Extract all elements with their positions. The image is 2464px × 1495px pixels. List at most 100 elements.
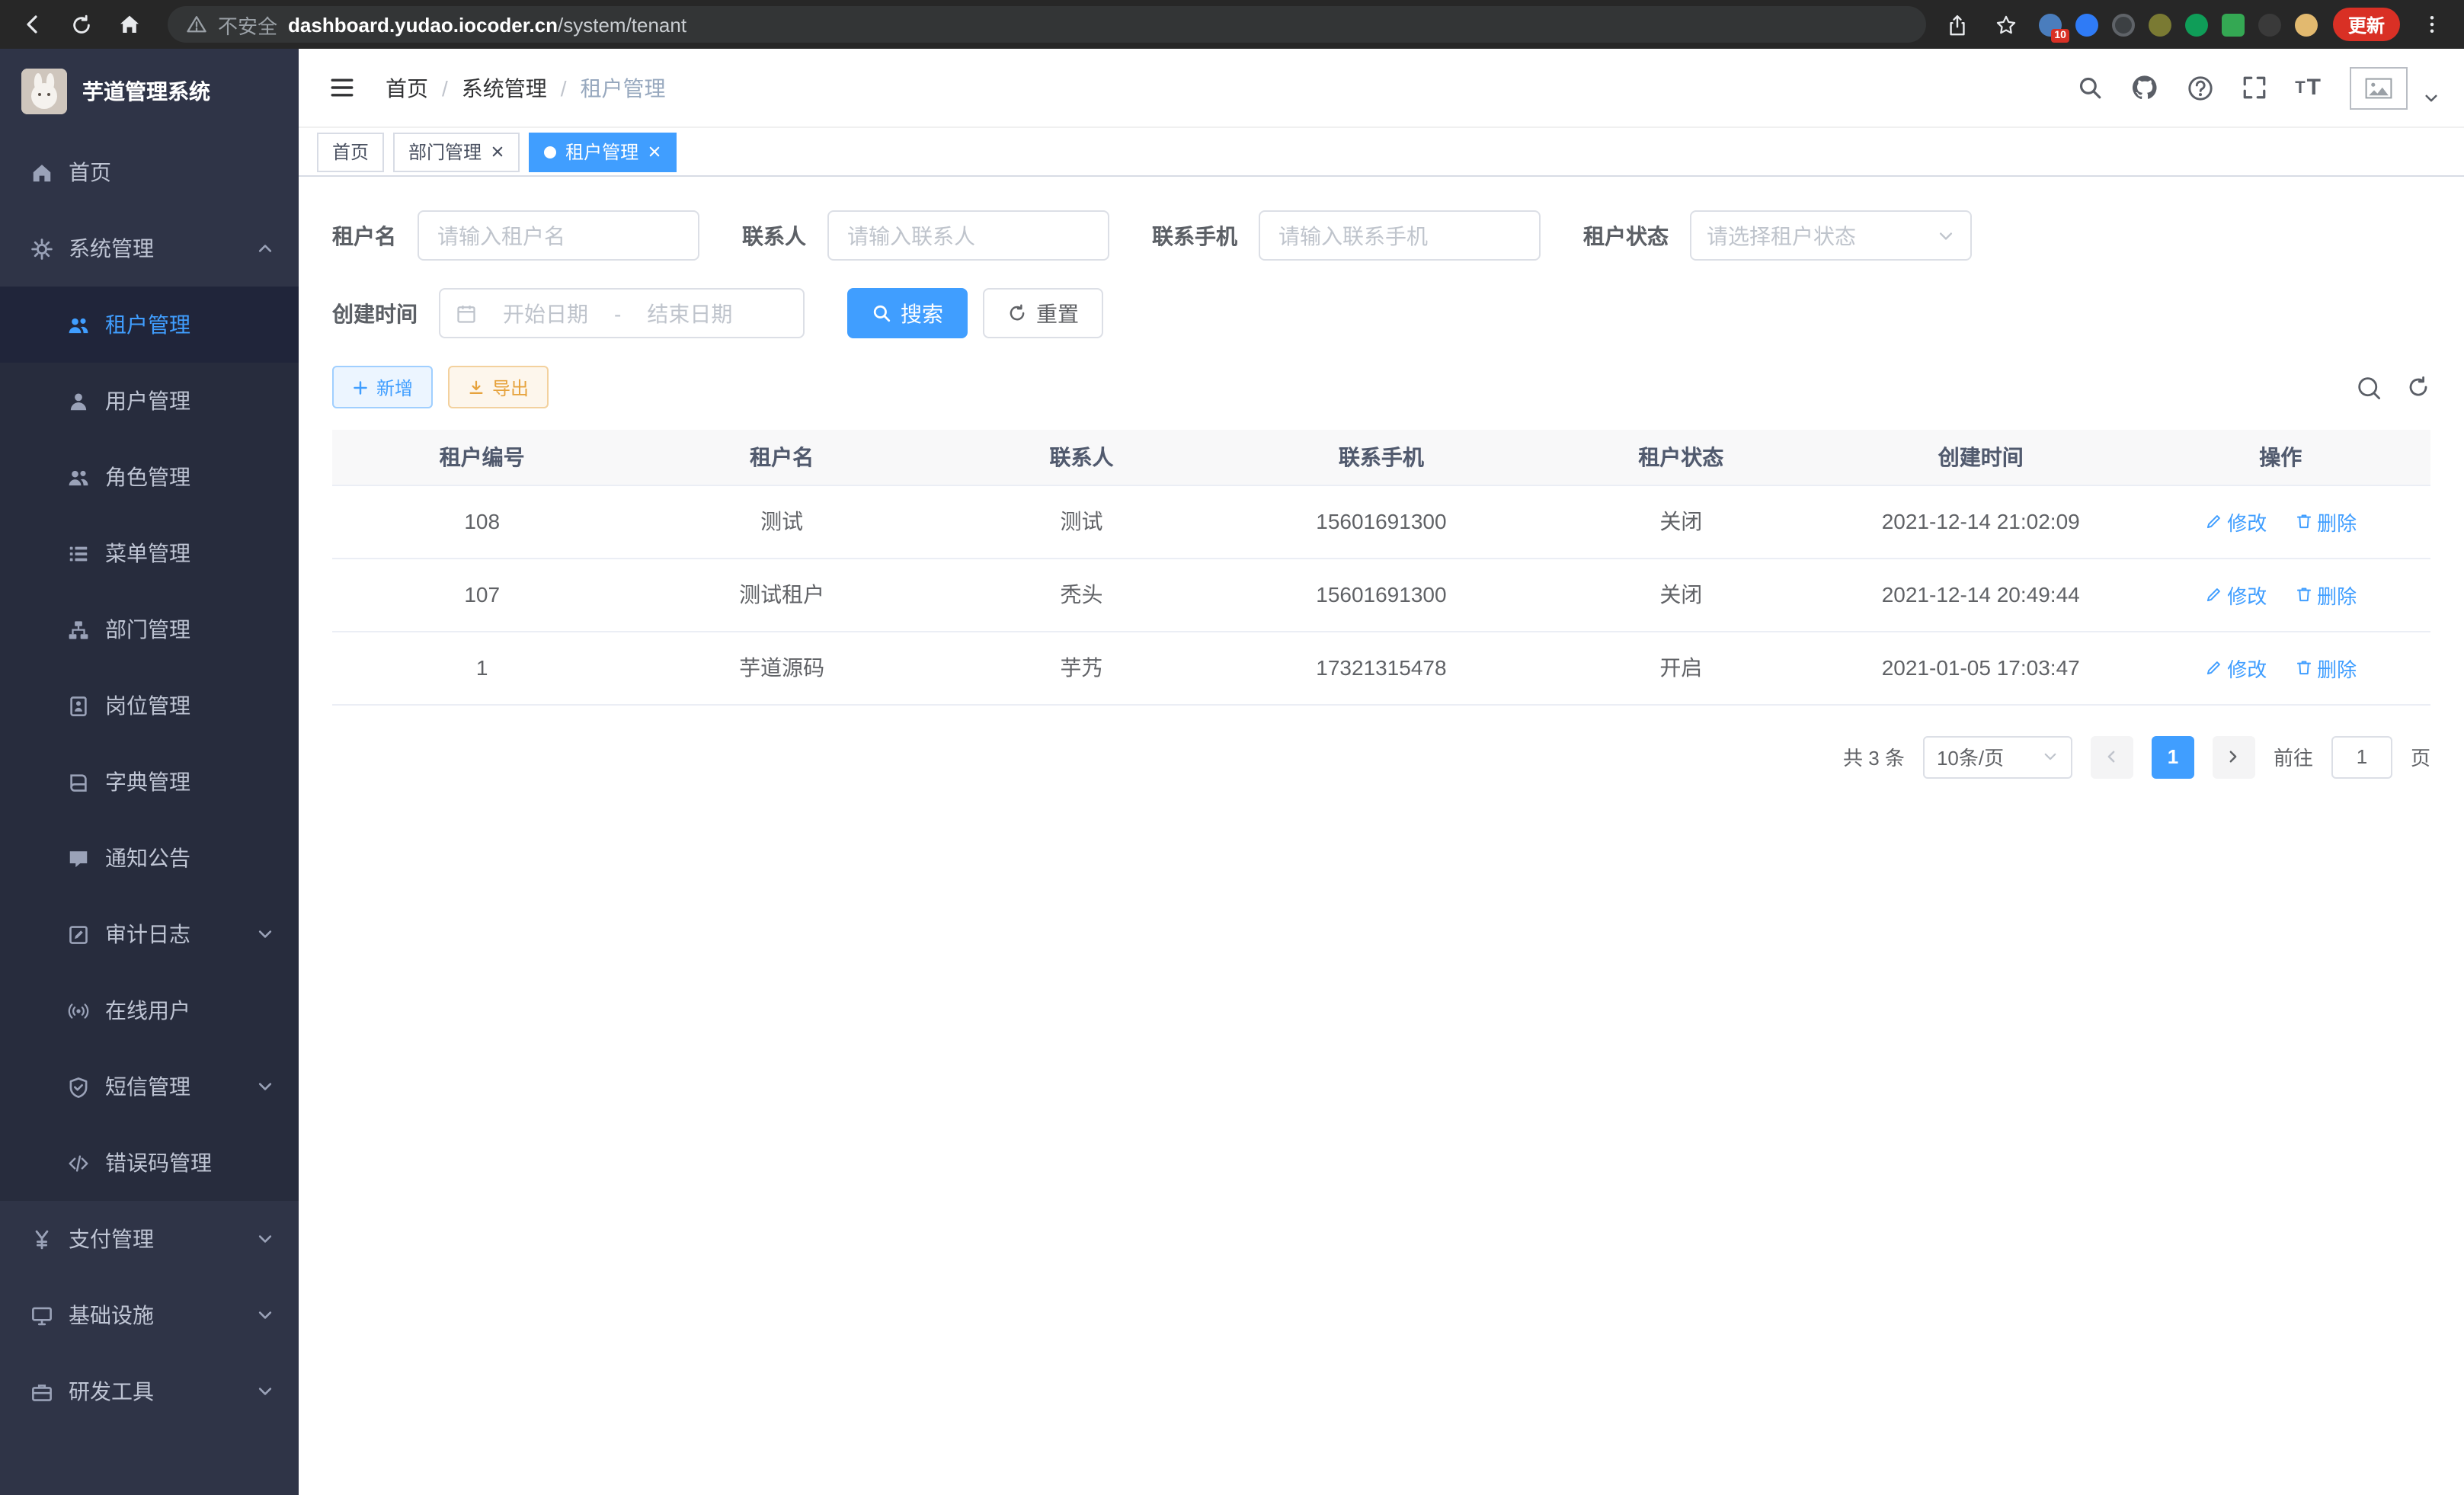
tab-label: 首页	[332, 139, 369, 165]
sidebar-item-audit-log[interactable]: 审计日志	[0, 896, 299, 972]
sidebar-item-menu[interactable]: 菜单管理	[0, 515, 299, 591]
extension-icon[interactable]	[2185, 13, 2208, 36]
breadcrumb: 首页 / 系统管理 / 租户管理	[386, 72, 666, 103]
extension-icon[interactable]	[2258, 13, 2281, 36]
next-page-button[interactable]	[2213, 735, 2255, 778]
table-header-row: 租户编号 租户名 联系人 联系手机 租户状态 创建时间 操作	[332, 430, 2430, 485]
font-size-icon[interactable]: TT	[2295, 75, 2322, 101]
chevron-down-icon	[256, 925, 274, 943]
filter-tenant-name: 租户名	[332, 210, 699, 261]
refresh-icon	[1007, 303, 1027, 323]
edit-button[interactable]: 修改	[2204, 580, 2267, 609]
sidebar-item-label: 岗位管理	[105, 690, 190, 721]
page-size-select[interactable]: 10条/页	[1923, 735, 2072, 778]
date-separator: -	[614, 301, 621, 325]
start-date-input[interactable]	[483, 301, 608, 325]
tenant-table: 租户编号 租户名 联系人 联系手机 租户状态 创建时间 操作 108 测试	[332, 430, 2430, 705]
extension-icon[interactable]	[2112, 13, 2135, 36]
sidebar-item-dict[interactable]: 字典管理	[0, 744, 299, 820]
sidebar-item-error-code[interactable]: 错误码管理	[0, 1125, 299, 1201]
field-label: 租户状态	[1583, 220, 1669, 251]
table-row: 1 芋道源码 芋艿 17321315478 开启 2021-01-05 17:0…	[332, 631, 2430, 704]
fullscreen-icon[interactable]	[2242, 75, 2267, 101]
edit-icon	[2204, 585, 2222, 603]
browser-reload-icon[interactable]	[64, 8, 98, 41]
sidebar-item-tenant[interactable]: 租户管理	[0, 287, 299, 363]
browser-back-icon[interactable]	[15, 8, 49, 41]
profile-avatar-icon[interactable]	[2295, 13, 2318, 36]
chevron-down-icon	[1937, 226, 1955, 245]
delete-button[interactable]: 删除	[2294, 653, 2357, 682]
avatar[interactable]	[2350, 66, 2408, 109]
sidebar-item-label: 菜单管理	[105, 538, 190, 568]
extension-icon[interactable]: 10	[2039, 13, 2062, 36]
chevron-down-icon[interactable]	[2423, 90, 2440, 107]
collapse-sidebar-icon[interactable]	[323, 69, 361, 107]
calendar-icon	[456, 303, 477, 324]
search-icon[interactable]	[2077, 75, 2103, 101]
trash-icon	[2294, 585, 2312, 603]
filter-status: 租户状态 请选择租户状态	[1583, 210, 1972, 261]
contact-input[interactable]	[827, 210, 1109, 261]
page-number-button[interactable]: 1	[2152, 735, 2194, 778]
export-button[interactable]: 导出	[448, 366, 549, 408]
help-icon[interactable]	[2187, 74, 2214, 101]
search-button[interactable]: 搜索	[847, 288, 968, 338]
filter-phone: 联系手机	[1152, 210, 1541, 261]
share-icon[interactable]	[1941, 8, 1975, 41]
sidebar-item-sms[interactable]: 短信管理	[0, 1048, 299, 1125]
table-tools	[2356, 374, 2430, 400]
sidebar-item-dept[interactable]: 部门管理	[0, 591, 299, 667]
github-icon[interactable]	[2130, 73, 2159, 102]
refresh-icon[interactable]	[2406, 375, 2430, 399]
delete-button[interactable]: 删除	[2294, 507, 2357, 536]
cell-tenant-name: 测试租户	[632, 558, 931, 631]
date-range-picker[interactable]: -	[439, 288, 805, 338]
close-icon[interactable]	[491, 145, 504, 158]
tab-tenant[interactable]: 租户管理	[529, 132, 677, 171]
goto-page-input[interactable]	[2331, 735, 2392, 778]
edit-button[interactable]: 修改	[2204, 507, 2267, 536]
logo[interactable]: 芋道管理系统	[0, 49, 299, 134]
status-select[interactable]: 请选择租户状态	[1690, 210, 1972, 261]
sidebar-item-infra[interactable]: 基础设施	[0, 1277, 299, 1353]
browser-update-button[interactable]: 更新	[2333, 8, 2400, 41]
cell-phone: 17321315478	[1231, 631, 1531, 704]
bookmark-star-icon[interactable]	[1990, 8, 2024, 41]
tab-home[interactable]: 首页	[317, 132, 384, 171]
button-label: 导出	[492, 374, 529, 400]
extension-icon[interactable]	[2222, 13, 2245, 36]
browser-home-icon[interactable]	[113, 8, 146, 41]
tab-dept[interactable]: 部门管理	[393, 132, 520, 171]
chat-bubble-icon	[67, 847, 90, 869]
toggle-search-icon[interactable]	[2356, 374, 2382, 400]
breadcrumb-item[interactable]: 首页	[386, 72, 428, 103]
delete-button[interactable]: 删除	[2294, 580, 2357, 609]
add-button[interactable]: 新增	[332, 366, 433, 408]
edit-button[interactable]: 修改	[2204, 653, 2267, 682]
sidebar-item-notice[interactable]: 通知公告	[0, 820, 299, 896]
sidebar-item-devtools[interactable]: 研发工具	[0, 1353, 299, 1429]
end-date-input[interactable]	[627, 301, 752, 325]
prev-page-button[interactable]	[2091, 735, 2133, 778]
sidebar-item-online-user[interactable]: 在线用户	[0, 972, 299, 1048]
tag-tabbar: 首页 部门管理 租户管理	[299, 128, 2464, 177]
phone-input[interactable]	[1259, 210, 1541, 261]
browser-menu-icon[interactable]	[2415, 8, 2449, 41]
breadcrumb-item[interactable]: 系统管理	[462, 72, 547, 103]
sidebar-item-payment[interactable]: 支付管理	[0, 1201, 299, 1277]
close-icon[interactable]	[648, 145, 661, 158]
cell-status: 关闭	[1531, 485, 1831, 558]
reset-button[interactable]: 重置	[983, 288, 1103, 338]
sidebar-item-role[interactable]: 角色管理	[0, 439, 299, 515]
tenant-name-input[interactable]	[418, 210, 699, 261]
sidebar-item-post[interactable]: 岗位管理	[0, 667, 299, 744]
extension-icon[interactable]	[2149, 13, 2171, 36]
sidebar-item-system[interactable]: 系统管理	[0, 210, 299, 287]
chevron-up-icon	[256, 239, 274, 258]
app-frame: 芋道管理系统 首页 系统管理 租户管理	[0, 49, 2464, 1495]
sidebar-item-user[interactable]: 用户管理	[0, 363, 299, 439]
address-bar[interactable]: 不安全 dashboard.yudao.iocoder.cn/system/te…	[168, 6, 1926, 43]
extension-icon[interactable]	[2075, 13, 2098, 36]
sidebar-item-home[interactable]: 首页	[0, 134, 299, 210]
